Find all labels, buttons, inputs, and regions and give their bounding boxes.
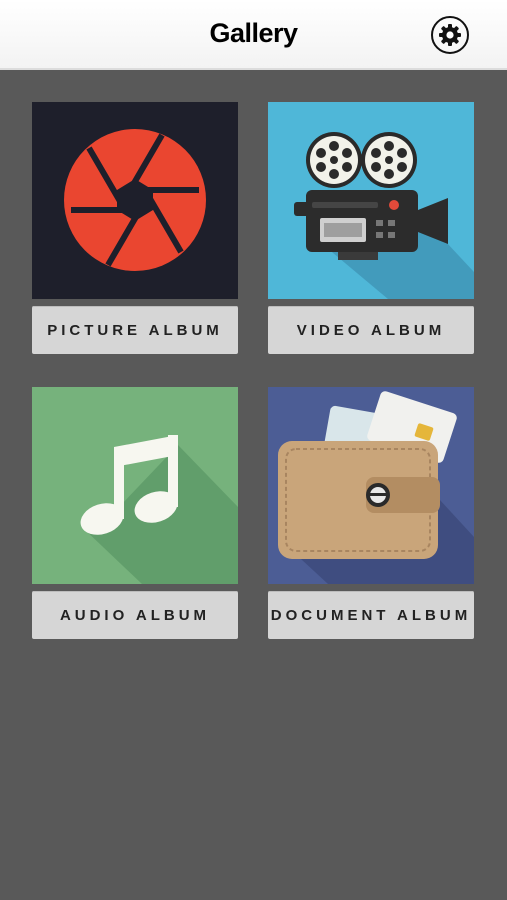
camera-aperture-icon [32,102,238,299]
video-album-label[interactable]: VIDEO ALBUM [268,306,474,354]
gear-icon [439,24,461,46]
picture-album-label[interactable]: PICTURE ALBUM [32,306,238,354]
settings-button[interactable] [431,16,469,54]
film-camera-icon [268,102,474,299]
wallet-icon [268,387,474,584]
document-album-label[interactable]: DOCUMENT ALBUM [268,591,474,639]
app-header: Gallery [0,0,507,70]
document-album-tile[interactable]: DOCUMENT ALBUM [268,387,474,639]
music-note-icon [32,387,238,584]
picture-album-tile[interactable]: PICTURE ALBUM [32,102,238,354]
audio-album-label[interactable]: AUDIO ALBUM [32,591,238,639]
audio-album-tile[interactable]: AUDIO ALBUM [32,387,238,639]
video-album-tile[interactable]: VIDEO ALBUM [268,102,474,354]
